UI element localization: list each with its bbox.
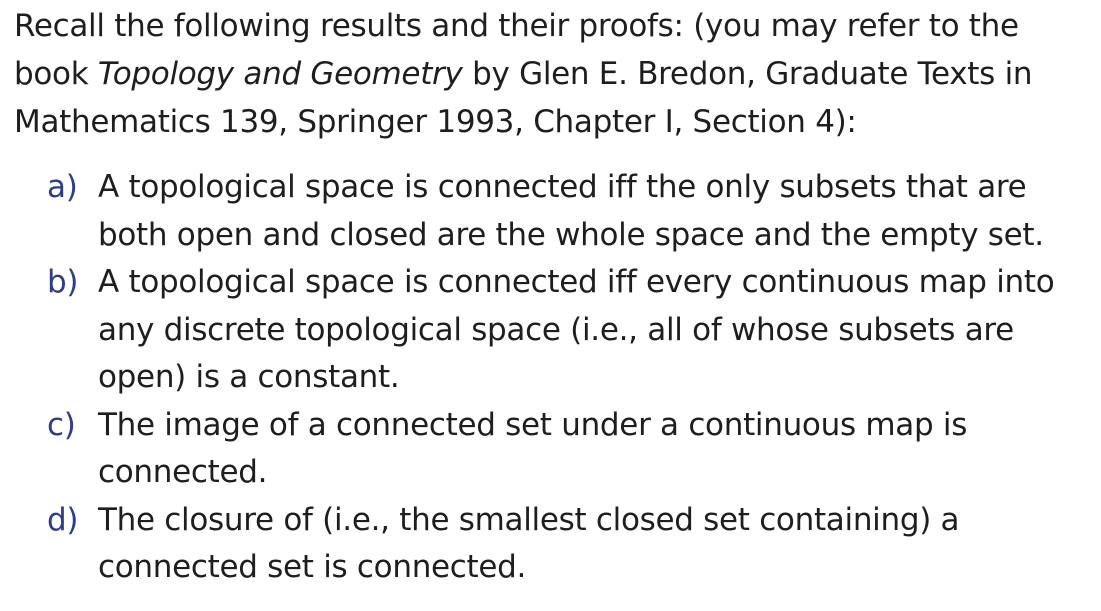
list-item-text: The closure of (i.e., the smallest close… <box>98 501 960 586</box>
list-marker: d) <box>47 501 79 538</box>
book-title: Topology and Geometry <box>97 56 463 92</box>
list-marker: a) <box>47 169 78 205</box>
document-page: Recall the following results and their p… <box>14 2 1094 592</box>
list-item-a: a) A topological space is connected iff … <box>14 164 1094 259</box>
results-list: a) A topological space is connected iff … <box>14 164 1094 592</box>
list-marker: c) <box>47 406 76 443</box>
list-marker: b) <box>47 264 79 300</box>
list-item-text: A topological space is connected iff eve… <box>98 264 1055 395</box>
intro-paragraph: Recall the following results and their p… <box>14 2 1094 146</box>
list-item-d: d) The closure of (i.e., the smallest cl… <box>14 497 1094 592</box>
list-item-c: c) The image of a connected set under a … <box>14 402 1094 497</box>
list-item-text: A topological space is connected iff the… <box>98 169 1044 253</box>
list-item-b: b) A topological space is connected iff … <box>14 259 1094 402</box>
list-item-text: The image of a connected set under a con… <box>98 406 968 491</box>
